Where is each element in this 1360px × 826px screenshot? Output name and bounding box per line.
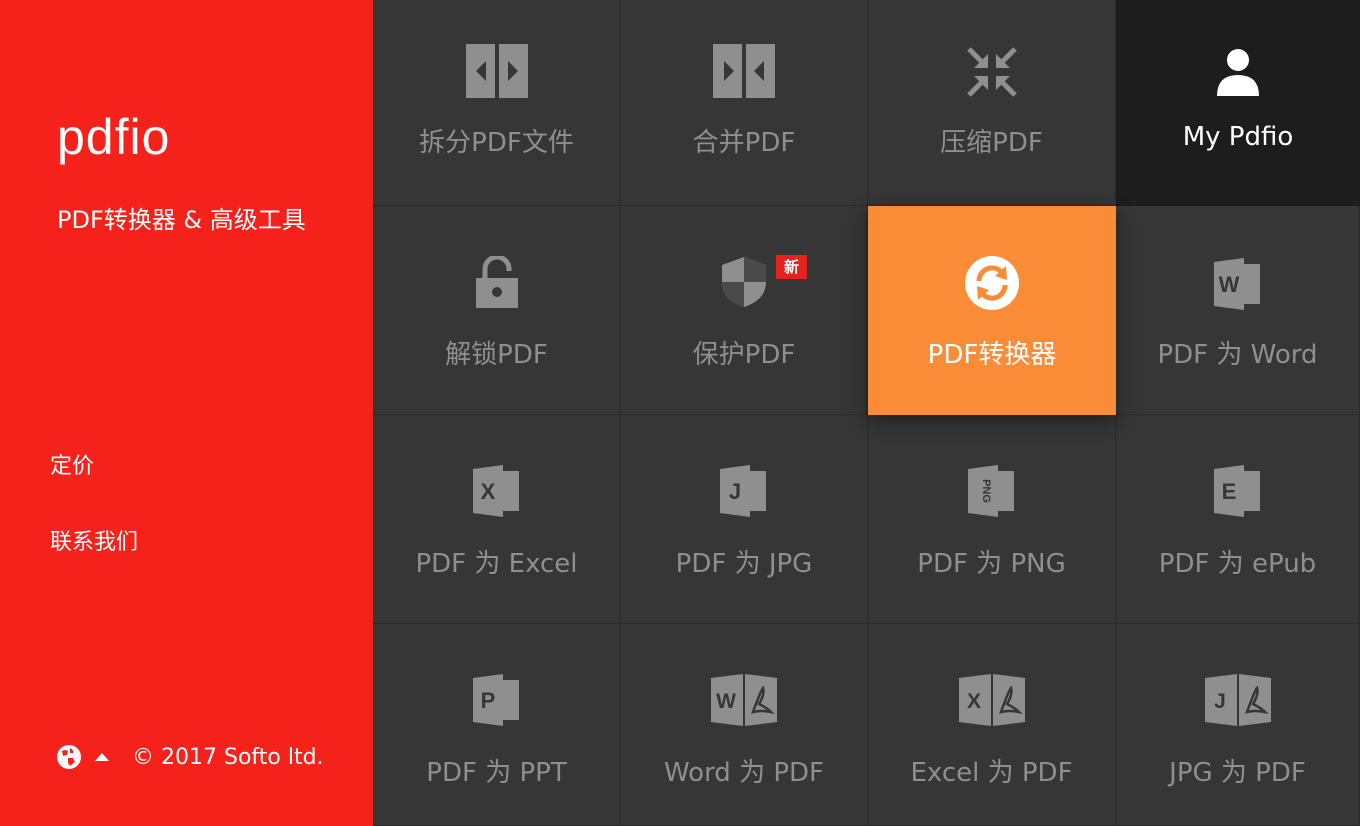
tile-excel-to-pdf[interactable]: X Excel 为 PDF xyxy=(868,624,1116,826)
tile-word-to-pdf[interactable]: W Word 为 PDF xyxy=(621,624,868,826)
tile-jpg-to-pdf[interactable]: J JPG 为 PDF xyxy=(1116,624,1360,826)
tile-label: PDF转换器 xyxy=(927,340,1057,370)
tile-split-pdf[interactable]: 拆分PDF文件 xyxy=(373,0,621,206)
tile-protect-pdf[interactable]: 新 保护PDF xyxy=(621,206,868,415)
tile-label: PDF 为 Excel xyxy=(415,549,578,579)
tile-pdf-to-word[interactable]: W PDF 为 Word xyxy=(1116,206,1360,415)
footer: © 2017 Softo ltd. xyxy=(56,744,324,770)
svg-text:J: J xyxy=(729,479,741,504)
tile-label: 合并PDF xyxy=(692,128,796,158)
tile-my-pdfio[interactable]: My Pdfio xyxy=(1116,0,1360,206)
tile-pdf-to-jpg[interactable]: J PDF 为 JPG xyxy=(621,415,868,624)
excel-to-pdf-icon: X xyxy=(958,674,1025,726)
tile-pdf-to-png[interactable]: PNG PDF 为 PNG xyxy=(868,415,1116,624)
tile-unlock-pdf[interactable]: 解锁PDF xyxy=(373,206,621,415)
compress-icon xyxy=(966,47,1017,97)
word-icon: W xyxy=(1213,258,1260,310)
tile-compress-pdf[interactable]: 压缩PDF xyxy=(868,0,1116,206)
epub-icon: E xyxy=(1213,465,1260,517)
split-icon xyxy=(465,44,528,98)
svg-text:P: P xyxy=(480,688,495,713)
jpg-icon: J xyxy=(720,465,766,517)
jpg-to-pdf-icon: J xyxy=(1204,674,1271,726)
logo[interactable]: pdfio xyxy=(57,108,170,166)
tile-merge-pdf[interactable]: 合并PDF xyxy=(621,0,868,206)
tile-label: PDF 为 Word xyxy=(1157,340,1318,370)
svg-text:W: W xyxy=(1218,272,1239,297)
tile-label: 解锁PDF xyxy=(445,340,548,370)
tile-label: Excel 为 PDF xyxy=(910,758,1073,788)
convert-icon xyxy=(965,256,1019,310)
tile-label: PDF 为 PPT xyxy=(426,758,567,788)
tile-label: Word 为 PDF xyxy=(663,758,824,788)
unlock-icon xyxy=(475,256,518,308)
svg-text:W: W xyxy=(716,690,736,713)
tile-pdf-to-ppt[interactable]: P PDF 为 PPT xyxy=(373,624,621,826)
svg-text:X: X xyxy=(480,479,495,504)
merge-icon xyxy=(713,44,775,98)
tagline: PDF转换器 & 高级工具 xyxy=(57,206,306,234)
svg-text:X: X xyxy=(966,690,980,713)
tile-label: 压缩PDF xyxy=(940,128,1043,158)
user-icon xyxy=(1217,49,1259,96)
tile-pdf-to-excel[interactable]: X PDF 为 Excel xyxy=(373,415,621,624)
svg-text:J: J xyxy=(1214,690,1226,713)
tile-label: PDF 为 PNG xyxy=(917,549,1066,579)
globe-icon[interactable] xyxy=(56,744,82,770)
nav-pricing[interactable]: 定价 xyxy=(50,448,94,480)
svg-text:PNG: PNG xyxy=(980,479,992,503)
sidebar: pdfio PDF转换器 & 高级工具 定价 联系我们 © 2017 Softo… xyxy=(0,0,373,826)
tile-label: PDF 为 ePub xyxy=(1158,549,1317,579)
caret-up-icon[interactable] xyxy=(94,752,110,762)
copyright-text: © 2017 Softo ltd. xyxy=(132,744,324,770)
tile-pdf-to-epub[interactable]: E PDF 为 ePub xyxy=(1116,415,1360,624)
tile-pdf-converter[interactable]: PDF转换器 xyxy=(868,206,1116,415)
word-to-pdf-icon: W xyxy=(711,674,777,726)
png-icon: PNG xyxy=(967,465,1014,517)
tile-label: JPG 为 PDF xyxy=(1169,758,1306,788)
tile-label: 拆分PDF文件 xyxy=(419,128,574,158)
tile-label: PDF 为 JPG xyxy=(675,549,813,579)
excel-icon: X xyxy=(472,465,519,517)
new-badge: 新 xyxy=(776,255,807,279)
tile-label: 保护PDF xyxy=(692,340,796,370)
tool-grid: 拆分PDF文件 合并PDF 压缩PDF My Pdfio 解锁PDF 新 保护P… xyxy=(373,0,1360,826)
shield-icon xyxy=(722,257,766,307)
svg-text:E: E xyxy=(1221,479,1236,504)
ppt-icon: P xyxy=(472,674,519,726)
nav-contact[interactable]: 联系我们 xyxy=(50,524,138,556)
tile-label: My Pdfio xyxy=(1182,122,1294,152)
